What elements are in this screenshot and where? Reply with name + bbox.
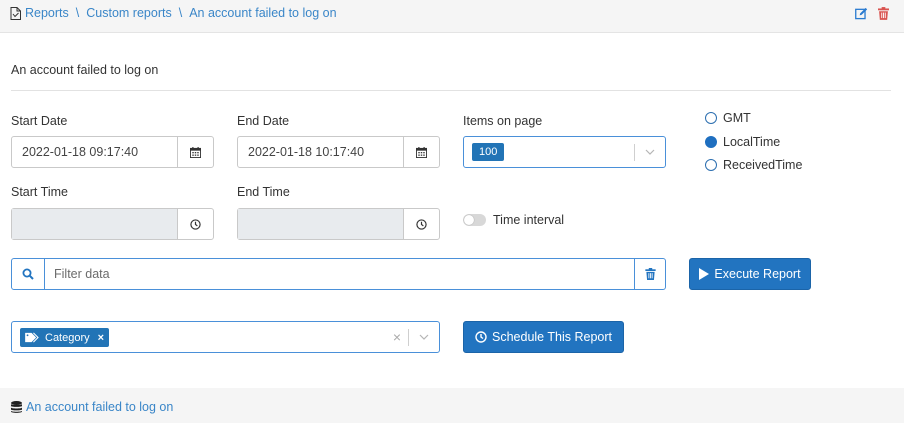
schedule-report-label: Schedule This Report (492, 330, 612, 344)
end-date-field[interactable]: 2022-01-18 10:17:40 (237, 136, 440, 168)
start-time-field[interactable] (11, 208, 214, 240)
tag-icon (25, 332, 39, 343)
top-bar: Reports \ Custom reports \ An account fa… (0, 0, 904, 33)
items-on-page-select[interactable]: 100 (463, 136, 666, 168)
time-interval-toggle[interactable] (463, 214, 486, 226)
search-icon[interactable] (12, 259, 45, 289)
end-time-value[interactable] (238, 209, 403, 239)
category-select[interactable]: Category × × (11, 321, 440, 353)
divider (11, 90, 891, 91)
start-date-label: Start Date (11, 114, 68, 128)
remove-category-icon[interactable]: × (98, 332, 104, 344)
clock-icon (475, 331, 487, 343)
filter-input[interactable] (45, 259, 634, 289)
breadcrumb: Reports \ Custom reports \ An account fa… (10, 6, 337, 20)
footer-link-label: An account failed to log on (26, 400, 174, 414)
clock-icon[interactable] (403, 209, 439, 239)
clear-selection-icon[interactable]: × (393, 329, 401, 345)
execute-report-label: Execute Report (714, 267, 801, 281)
report-actions (854, 6, 890, 20)
time-interval-label: Time interval (493, 213, 565, 227)
start-time-label: Start Time (11, 185, 68, 199)
clock-icon[interactable] (177, 209, 213, 239)
items-on-page-label: Items on page (463, 114, 543, 128)
time-interval-row: Time interval (463, 213, 564, 227)
end-time-field[interactable] (237, 208, 440, 240)
radio-gmt-label: GMT (723, 111, 751, 125)
start-time-value[interactable] (12, 209, 177, 239)
clear-filter-button[interactable] (634, 259, 665, 289)
select-separator (408, 329, 409, 346)
schedule-report-button[interactable]: Schedule This Report (463, 321, 624, 353)
end-date-label: End Date (237, 114, 290, 128)
radio-gmt[interactable]: GMT (705, 111, 751, 125)
select-separator (634, 144, 635, 161)
execute-report-button[interactable]: Execute Report (689, 258, 811, 290)
radio-receivedtime-label: ReceivedTime (723, 158, 803, 172)
filter-bar (11, 258, 666, 290)
calendar-icon[interactable] (403, 137, 439, 167)
edit-icon[interactable] (854, 6, 868, 20)
page-title: An account failed to log on (11, 63, 159, 77)
items-on-page-value: 100 (472, 143, 505, 161)
report-results-link[interactable]: An account failed to log on (11, 400, 173, 414)
radio-gmt-indicator[interactable] (705, 112, 717, 124)
chevron-down-icon[interactable] (644, 146, 656, 158)
breadcrumb-item-reports[interactable]: Reports (25, 6, 69, 20)
category-chip-label: Category (45, 331, 90, 344)
trash-icon (644, 268, 656, 280)
radio-receivedtime[interactable]: ReceivedTime (705, 158, 802, 172)
end-date-value[interactable]: 2022-01-18 10:17:40 (238, 137, 403, 167)
chevron-down-icon[interactable] (418, 331, 430, 343)
radio-receivedtime-indicator[interactable] (705, 159, 717, 171)
breadcrumb-separator: \ (75, 6, 80, 20)
category-chip: Category × (20, 328, 110, 347)
breadcrumb-separator: \ (178, 6, 183, 20)
play-icon (699, 268, 710, 280)
calendar-icon[interactable] (177, 137, 213, 167)
end-time-label: End Time (237, 185, 290, 199)
radio-localtime[interactable]: LocalTime (705, 135, 780, 149)
breadcrumb-item-custom-reports[interactable]: Custom reports (86, 6, 171, 20)
radio-localtime-indicator[interactable] (705, 136, 717, 148)
breadcrumb-item-current[interactable]: An account failed to log on (189, 6, 336, 20)
delete-report-icon[interactable] (876, 6, 890, 20)
start-date-value[interactable]: 2022-01-18 09:17:40 (12, 137, 177, 167)
database-icon (11, 401, 22, 413)
start-date-field[interactable]: 2022-01-18 09:17:40 (11, 136, 214, 168)
document-icon (10, 6, 21, 20)
toggle-knob (464, 215, 474, 225)
radio-localtime-label: LocalTime (723, 135, 781, 149)
footer-bar: An account failed to log on (0, 388, 904, 423)
